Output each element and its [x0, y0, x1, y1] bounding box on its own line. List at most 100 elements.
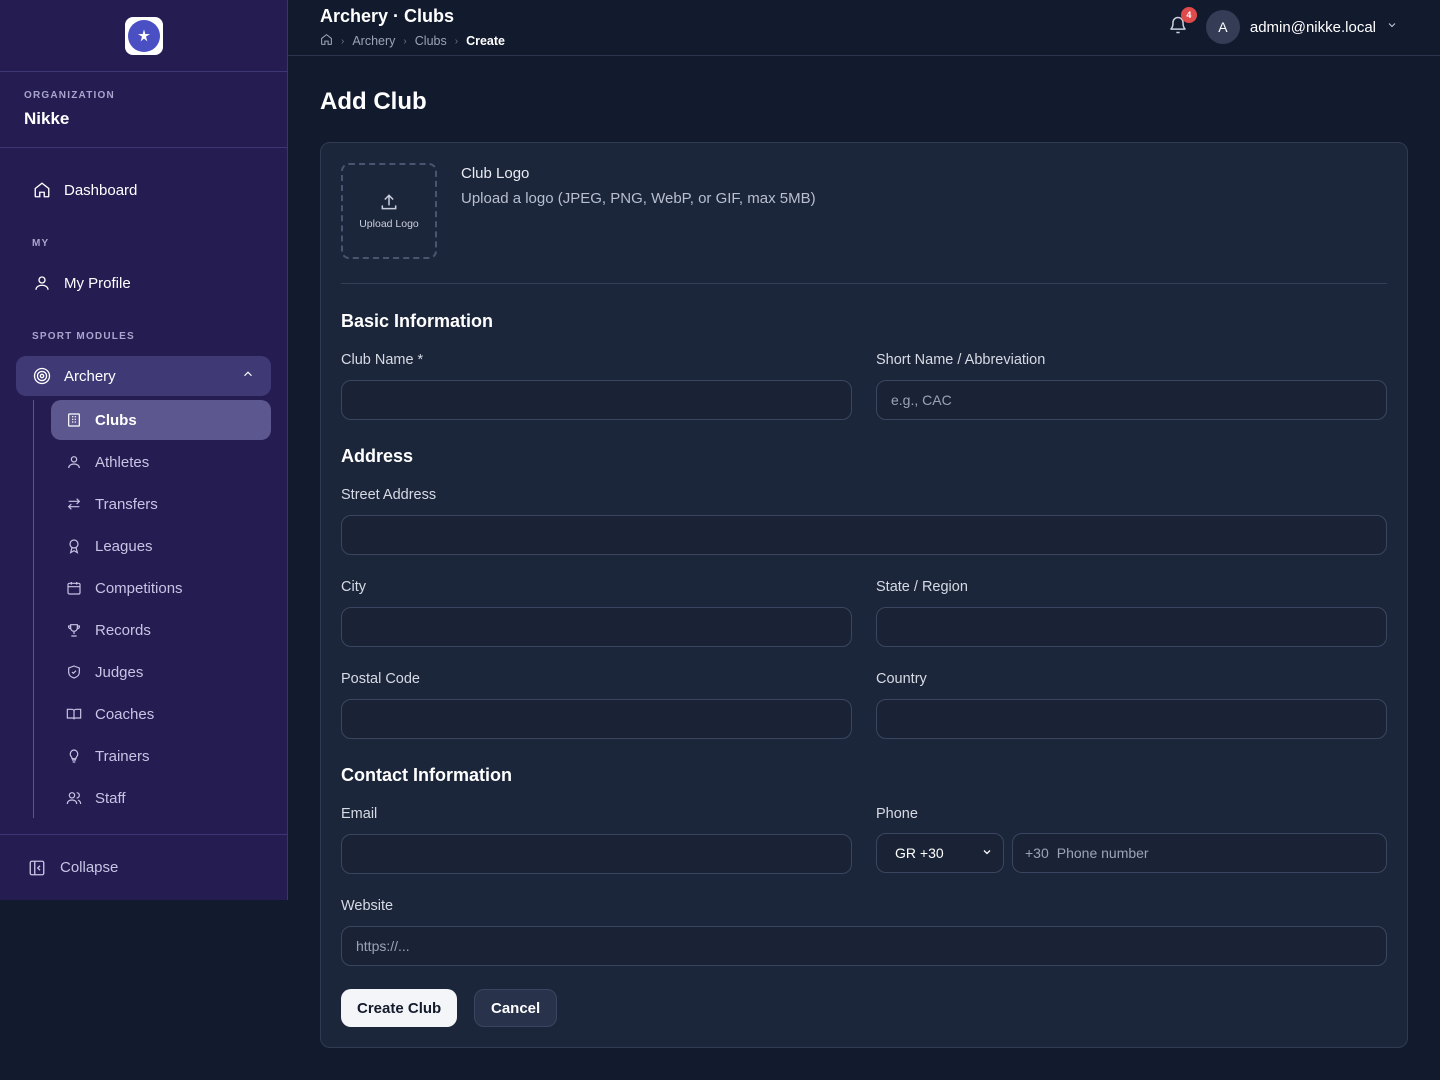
sidebar-item-label: Records	[95, 621, 151, 639]
chevron-right-icon: ›	[403, 35, 407, 47]
archery-submenu: Clubs Athletes Transfers Leagues Competi…	[33, 400, 271, 818]
app-logo[interactable]	[124, 16, 163, 55]
website-label: Website	[341, 898, 394, 914]
phone-placeholder: Phone number	[1056, 845, 1149, 861]
sidebar-item-label: Athletes	[95, 453, 150, 471]
phone-label: Phone	[876, 806, 918, 822]
collapse-button[interactable]: Collapse	[0, 834, 287, 900]
trophy-icon	[66, 622, 82, 638]
upload-icon	[381, 194, 397, 210]
city-input[interactable]	[341, 607, 852, 647]
sidebar-item-staff[interactable]: Staff	[51, 778, 271, 818]
breadcrumb-clubs[interactable]: Clubs	[415, 34, 447, 48]
breadcrumb-archery[interactable]: Archery	[352, 34, 395, 48]
sidebar-item-label: Judges	[95, 663, 144, 681]
sidebar-item-transfers[interactable]: Transfers	[51, 484, 271, 524]
award-icon	[66, 538, 82, 554]
state-region-input[interactable]	[876, 607, 1387, 647]
notification-badge: 4	[1180, 6, 1197, 23]
club-form-card: Upload Logo Club Logo Upload a logo (JPE…	[320, 142, 1408, 1048]
sidebar-item-label: Staff	[95, 789, 126, 807]
building-icon	[66, 412, 82, 428]
basic-information-heading: Basic Information	[341, 311, 494, 331]
phone-number-input[interactable]: +30 Phone number	[1012, 833, 1387, 873]
user-area: 4 A admin@nikke.local	[1168, 6, 1398, 44]
street-address-label: Street Address	[341, 487, 437, 503]
sidebar-item-label: Transfers	[95, 495, 158, 513]
plane-icon	[127, 19, 160, 52]
users-icon	[66, 790, 82, 806]
lightbulb-icon	[66, 748, 82, 764]
club-name-label: Club Name *	[341, 352, 424, 368]
sidebar-item-label: Clubs	[95, 411, 137, 429]
phone-country-value: GR +30	[895, 845, 944, 861]
collapse-label: Collapse	[60, 859, 119, 876]
cancel-button[interactable]: Cancel	[474, 989, 558, 1027]
sidebar-item-leagues[interactable]: Leagues	[51, 526, 271, 566]
section-label-sport-modules: SPORT MODULES	[32, 331, 135, 342]
club-name-input[interactable]	[341, 380, 852, 420]
chevron-down-icon[interactable]	[1386, 18, 1398, 36]
sidebar-item-competitions[interactable]: Competitions	[51, 568, 271, 608]
upload-logo-button[interactable]: Upload Logo	[341, 163, 437, 259]
short-name-input[interactable]	[876, 380, 1387, 420]
street-address-input[interactable]	[341, 515, 1387, 555]
sidebar-item-label: Trainers	[95, 747, 150, 765]
organization-label: ORGANIZATION	[24, 90, 115, 101]
page-title: Add Club	[320, 88, 427, 115]
phone-country-select[interactable]: GR +30	[876, 833, 1004, 873]
sidebar: ORGANIZATION Nikke Dashboard MY My Profi…	[0, 0, 288, 900]
shield-icon	[66, 664, 82, 680]
website-input[interactable]	[341, 926, 1387, 966]
user-email[interactable]: admin@nikke.local	[1250, 19, 1376, 36]
avatar[interactable]: A	[1205, 10, 1240, 44]
postal-code-label: Postal Code	[341, 671, 420, 687]
target-icon	[32, 366, 52, 386]
chevron-right-icon: ›	[454, 35, 459, 47]
club-logo-help: Upload a logo (JPEG, PNG, WebP, or GIF, …	[461, 190, 816, 207]
address-heading: Address	[341, 446, 414, 466]
sidebar-item-label: Dashboard	[64, 181, 138, 199]
city-label: City	[341, 579, 366, 595]
sidebar-item-my-profile[interactable]: My Profile	[16, 263, 271, 303]
arrows-exchange-icon	[66, 496, 82, 512]
chevron-down-icon	[981, 845, 993, 861]
sidebar-item-label: Archery	[64, 367, 116, 385]
country-label: Country	[876, 671, 927, 687]
sidebar-item-clubs[interactable]: Clubs	[51, 400, 271, 440]
create-club-button[interactable]: Create Club	[341, 989, 458, 1027]
chevron-right-icon: ›	[341, 35, 345, 47]
notifications-button[interactable]: 4	[1168, 6, 1197, 40]
top-header: Archery · Clubs › Archery › Clubs › Crea…	[288, 0, 1440, 56]
short-name-label: Short Name / Abbreviation	[876, 352, 1046, 368]
sidebar-item-label: Coaches	[95, 705, 155, 723]
club-logo-title: Club Logo	[461, 165, 530, 182]
organization-name: Nikke	[24, 109, 70, 128]
organization-block: ORGANIZATION Nikke	[0, 72, 287, 148]
user-icon	[66, 454, 82, 470]
book-open-icon	[66, 706, 82, 722]
user-icon	[32, 273, 52, 293]
sidebar-item-judges[interactable]: Judges	[51, 652, 271, 692]
sidebar-nav: Dashboard MY My Profile SPORT MODULES Ar…	[0, 148, 287, 842]
sidebar-item-dashboard[interactable]: Dashboard	[16, 170, 271, 210]
sidebar-item-coaches[interactable]: Coaches	[51, 694, 271, 734]
home-icon	[32, 180, 52, 200]
sidebar-item-records[interactable]: Records	[51, 610, 271, 650]
sidebar-item-trainers[interactable]: Trainers	[51, 736, 271, 776]
logo-section: Upload Logo Club Logo Upload a logo (JPE…	[341, 163, 1387, 284]
state-region-label: State / Region	[876, 579, 968, 595]
postal-code-input[interactable]	[341, 699, 852, 739]
sidebar-item-label: Leagues	[95, 537, 153, 555]
country-input[interactable]	[876, 699, 1387, 739]
sidebar-item-archery[interactable]: Archery	[16, 356, 271, 396]
breadcrumb-current: Create	[466, 34, 505, 48]
section-label-my: MY	[32, 238, 50, 249]
home-icon[interactable]	[320, 33, 333, 49]
chevron-up-icon[interactable]	[241, 367, 255, 385]
sidebar-item-athletes[interactable]: Athletes	[51, 442, 271, 482]
sidebar-item-label: Competitions	[95, 579, 183, 597]
email-input[interactable]	[341, 834, 852, 874]
phone-prefix: +30	[1025, 845, 1049, 861]
logo-info: Club Logo Upload a logo (JPEG, PNG, WebP…	[461, 165, 816, 259]
